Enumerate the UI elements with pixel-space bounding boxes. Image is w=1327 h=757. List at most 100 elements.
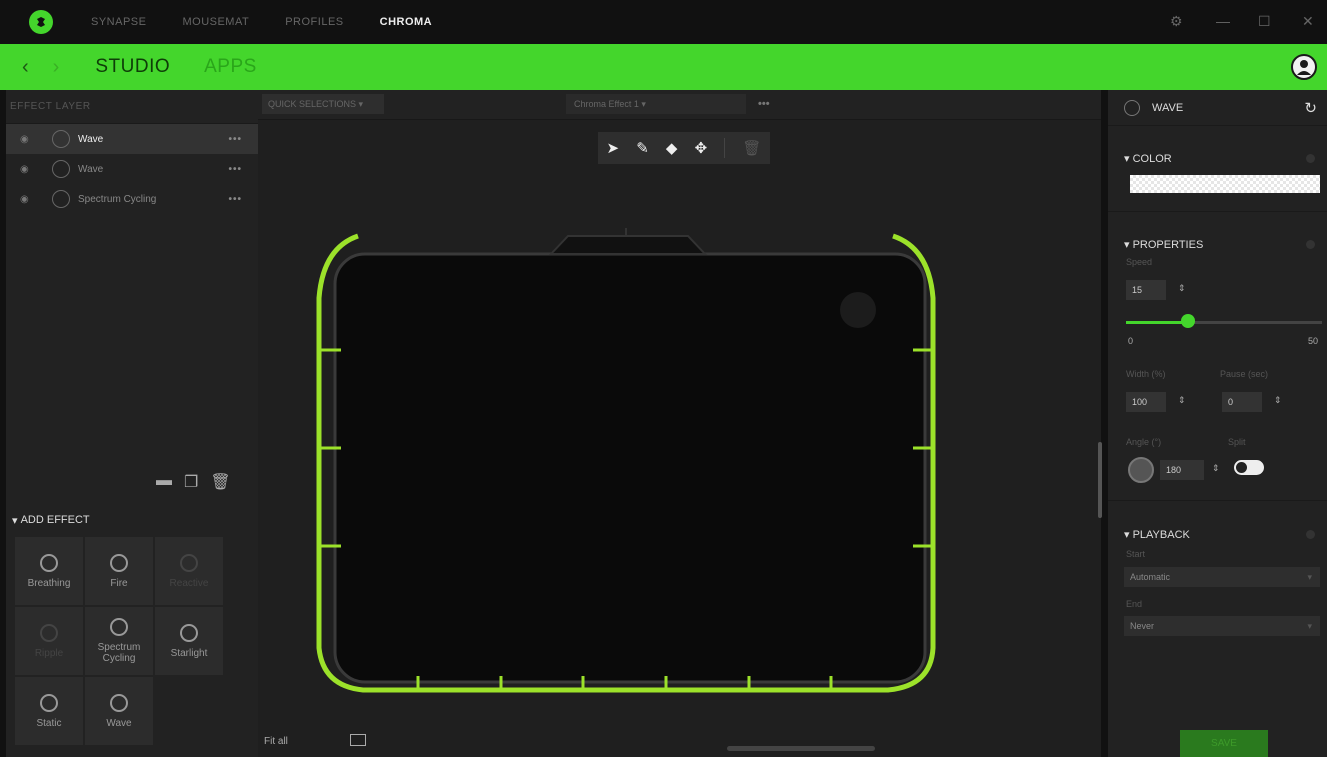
duplicate-icon[interactable]: ❐ [184,472,198,492]
stepper-icon[interactable]: ⇕ [1274,395,1282,406]
effect-label: Ripple [34,647,64,659]
end-select[interactable]: Never [1124,616,1320,636]
effect-title: WAVE [1152,101,1184,114]
gear-icon[interactable]: ⚙ [1170,13,1183,30]
vertical-scrollbar[interactable] [1098,442,1102,518]
chevron-left-icon[interactable]: ‹ [22,56,29,79]
speed-label: Speed [1126,257,1153,267]
nav-tab-profiles[interactable]: PROFILES [285,16,343,28]
more-icon[interactable]: ••• [228,194,242,205]
effect-label: Reactive [169,577,209,589]
gear-icon[interactable] [1306,154,1315,163]
effect-fire[interactable]: Fire [84,536,154,606]
trash-icon: 🗑 [742,140,762,157]
wave-icon [52,130,70,148]
paint-bucket-icon[interactable]: ◆ [666,139,678,157]
speed-input[interactable]: 15 [1126,280,1166,300]
maximize-icon[interactable]: ☐ [1258,13,1271,30]
stepper-icon[interactable]: ⇕ [1178,283,1186,294]
effect-layer-panel: EFFECT LAYER ◉ Wave ••• ◉ Wave ••• ◉ Spe… [6,90,258,757]
more-icon[interactable]: ••• [228,164,242,175]
trash-icon[interactable]: 🗑 [210,472,230,492]
angle-dial[interactable] [1128,457,1154,483]
divider [1108,500,1327,501]
minimize-icon[interactable]: — [1216,13,1230,29]
tab-apps[interactable]: APPS [204,56,257,78]
tab-studio[interactable]: STUDIO [95,56,170,78]
color-section-header[interactable]: ▾ COLOR [1124,152,1172,165]
speed-slider-thumb[interactable] [1181,314,1195,328]
split-toggle[interactable] [1234,460,1264,475]
color-title: COLOR [1132,153,1172,165]
folder-icon[interactable]: ▬ [156,472,172,492]
nav-tab-chroma[interactable]: CHROMA [380,16,433,28]
effect-static[interactable]: Static [14,676,84,746]
layer-item[interactable]: ◉ Wave ••• [6,154,258,184]
eye-icon[interactable]: ◉ [20,164,32,175]
gear-icon[interactable] [1306,530,1315,539]
effect-starlight[interactable]: Starlight [154,606,224,676]
width-input[interactable]: 100 [1126,392,1166,412]
nav-tab-mousemat[interactable]: MOUSEMAT [182,16,249,28]
quick-selections-dropdown[interactable]: QUICK SELECTIONS ▾ [262,94,384,114]
reactive-icon [180,553,198,572]
split-label: Split [1228,437,1246,447]
divider [1108,211,1327,212]
effect-grid: Breathing Fire Reactive Ripple Spectrum … [14,536,224,746]
more-icon[interactable]: ••• [758,98,770,110]
angle-label: Angle (°) [1126,437,1162,447]
caret-down-icon: ▾ [12,514,21,527]
nav-tab-synapse[interactable]: SYNAPSE [91,16,146,28]
eye-icon[interactable]: ◉ [20,134,32,145]
pointer-icon[interactable]: ➤ [607,139,620,157]
effect-label: Fire [110,577,128,589]
sub-nav-bar: ‹ › STUDIO APPS [0,44,1327,90]
start-select[interactable]: Automatic [1124,567,1320,587]
eye-icon[interactable]: ◉ [20,194,32,205]
add-effect-header[interactable]: ▾ ADD EFFECT [6,510,258,530]
razer-logo-icon[interactable] [29,10,53,34]
properties-title: PROPERTIES [1132,239,1204,251]
static-icon [40,693,58,712]
divider [724,138,726,158]
close-icon[interactable]: ✕ [1302,13,1314,30]
width-label: Width (%) [1126,369,1166,379]
effect-label: Spectrum Cycling [97,642,141,664]
fire-icon [110,553,128,572]
effect-name-dropdown[interactable]: Chroma Effect 1 ▾ [566,94,746,114]
layer-item[interactable]: ◉ Spectrum Cycling ••• [6,184,258,214]
end-label: End [1126,599,1143,609]
effect-layer-header: EFFECT LAYER [6,90,258,124]
effect-reactive: Reactive [154,536,224,606]
wave-icon [52,160,70,178]
keyboard-icon[interactable] [350,734,366,746]
fit-all-button[interactable]: Fit all [264,736,288,747]
avatar[interactable] [1291,54,1317,80]
effect-wave[interactable]: Wave [84,676,154,746]
more-icon[interactable]: ••• [228,134,242,145]
angle-input[interactable]: 180 [1160,460,1204,480]
move-icon[interactable]: ✥ [695,139,708,157]
spectrum-cycling-icon [52,190,70,208]
stepper-icon[interactable]: ⇕ [1212,463,1220,474]
properties-section-header[interactable]: ▾ PROPERTIES [1124,238,1203,251]
gear-icon[interactable] [1306,240,1315,249]
stepper-icon[interactable]: ⇕ [1178,395,1186,406]
pause-input[interactable]: 0 [1222,392,1262,412]
effect-breathing[interactable]: Breathing [14,536,84,606]
tool-palette: ➤ ✎ ◆ ✥ 🗑 [598,132,770,164]
speed-max: 50 [1308,336,1319,346]
horizontal-scrollbar[interactable] [727,746,875,751]
pencil-icon[interactable]: ✎ [636,139,649,157]
playback-section-header[interactable]: ▾ PLAYBACK [1124,528,1190,541]
chevron-right-icon[interactable]: › [53,56,60,79]
effect-name: Chroma Effect 1 [574,99,639,109]
effect-spectrum-cycling[interactable]: Spectrum Cycling [84,606,154,676]
reset-icon[interactable]: ↻ [1304,99,1317,117]
save-button[interactable]: SAVE [1180,730,1268,757]
layer-name: Spectrum Cycling [78,193,157,205]
color-swatch[interactable] [1130,175,1320,193]
mousemat-preview[interactable] [313,228,943,698]
speed-slider-fill [1126,321,1188,324]
layer-item[interactable]: ◉ Wave ••• [6,124,258,154]
